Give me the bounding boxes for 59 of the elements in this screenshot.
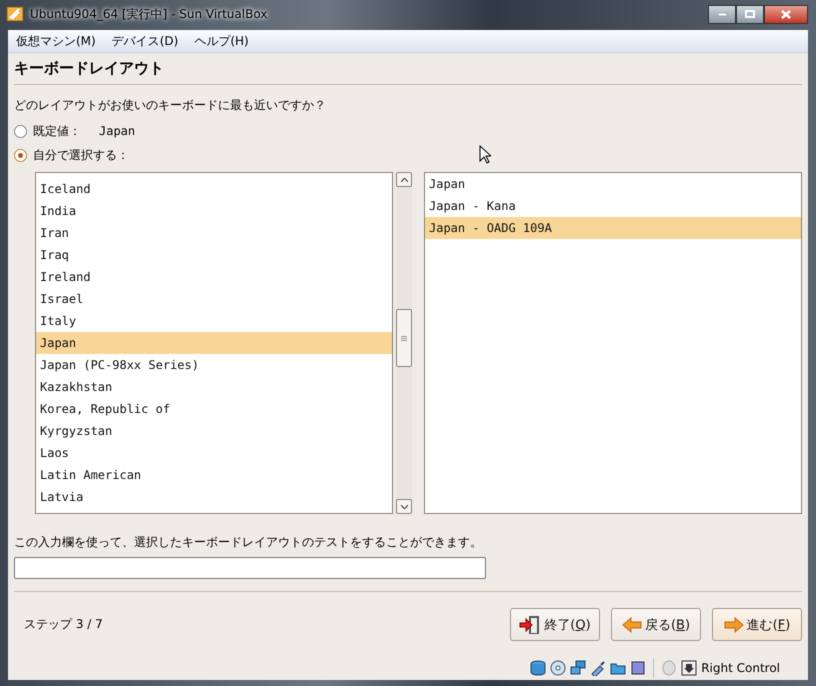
option-label[interactable]: 既定値： [33, 122, 81, 140]
down-arrow-key-icon[interactable] [681, 660, 698, 676]
list-item[interactable]: Kyrgyzstan [36, 420, 392, 442]
list-item[interactable]: Korea, Republic of [36, 398, 392, 420]
list-item[interactable]: Italy [36, 310, 392, 332]
list-item[interactable]: Japan - Kana [425, 195, 801, 217]
list-item[interactable]: Iceland [36, 178, 392, 200]
window-title: Ubuntu904_64 [実行中] - Sun VirtualBox [30, 6, 268, 22]
right-arrow-icon [724, 616, 744, 632]
hard-disk-icon[interactable] [530, 660, 546, 676]
step-indicator: ステップ 3 / 7 [24, 616, 103, 633]
list-item[interactable]: Japan [36, 332, 392, 354]
close-button[interactable] [764, 4, 808, 24]
list-item[interactable]: Iraq [36, 244, 392, 266]
list-item[interactable]: Japan - OADG 109A [425, 217, 801, 239]
scrollbar[interactable] [396, 172, 412, 514]
scrollbar-thumb[interactable] [396, 309, 412, 367]
test-input-field[interactable] [14, 557, 486, 579]
test-hint-text: この入力欄を使って、選択したキーボードレイアウトのテストをすることができます。 [14, 534, 483, 551]
up-caret-icon [400, 178, 408, 182]
list-item[interactable]: India [36, 200, 392, 222]
list-item[interactable]: Israel [36, 288, 392, 310]
mouse-cursor-icon [479, 145, 491, 164]
list-item[interactable]: Ireland [36, 266, 392, 288]
minimize-icon [718, 12, 726, 16]
quit-button[interactable]: 終了(Q) [510, 608, 600, 641]
maximize-button[interactable] [736, 4, 764, 24]
scroll-down-button[interactable] [396, 499, 412, 514]
list-item[interactable]: Laos [36, 442, 392, 464]
down-caret-icon [400, 504, 408, 508]
option-label[interactable]: 自分で選択する： [33, 146, 129, 164]
close-icon [781, 10, 791, 18]
left-arrow-icon [622, 616, 642, 632]
menu-item[interactable]: 仮想マシン(M) [8, 32, 104, 50]
cd-disc-icon[interactable] [550, 660, 566, 676]
usb-plug-icon[interactable] [590, 660, 606, 676]
back-button[interactable]: 戻る(B) [611, 608, 701, 641]
network-icon[interactable] [570, 660, 586, 676]
menu-item[interactable]: ヘルプ(H) [186, 32, 257, 50]
list-item[interactable]: Japan [425, 173, 801, 195]
forward-button[interactable]: 進む(F) [712, 608, 802, 641]
list-item[interactable]: Japan (PC-98xx Series) [36, 354, 392, 376]
radio-button[interactable] [14, 124, 27, 138]
scroll-up-button[interactable] [396, 172, 412, 187]
exit-door-icon [519, 614, 542, 634]
minimize-button[interactable] [708, 4, 736, 24]
list-item[interactable]: Iran [36, 222, 392, 244]
question-text: どのレイアウトがお使いのキーボードに最も近いですか？ [14, 97, 327, 114]
app-logo-icon [6, 5, 24, 23]
list-item[interactable]: Kazakhstan [36, 376, 392, 398]
maximize-icon [745, 10, 755, 18]
menu-item[interactable]: デバイス(D) [104, 32, 186, 50]
list-item[interactable]: Latvia [36, 486, 392, 508]
page-title: キーボードレイアウト [14, 59, 802, 85]
list-item[interactable]: Latin American [36, 464, 392, 486]
grip-icon [401, 336, 407, 340]
default-layout-value: Japan [99, 124, 136, 138]
host-key-label: Right Control [701, 661, 780, 675]
radio-button[interactable] [14, 148, 27, 162]
